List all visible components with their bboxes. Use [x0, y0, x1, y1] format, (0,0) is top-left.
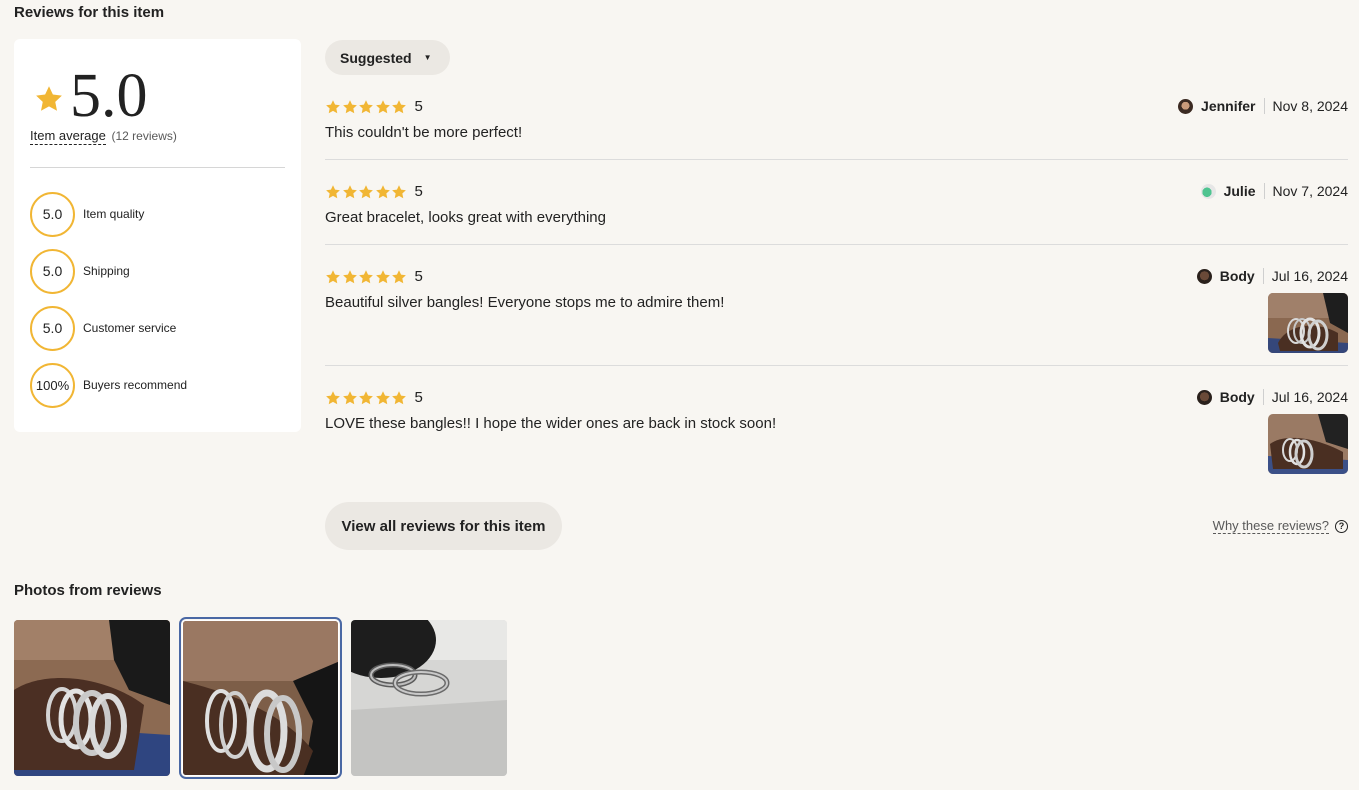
star-icon — [342, 184, 358, 200]
divider — [325, 365, 1348, 366]
review-rating: 5 — [414, 183, 423, 200]
review-item: 5 Beautiful silver bangles! Everyone sto… — [325, 268, 1348, 358]
star-icon — [358, 99, 374, 115]
star-icon — [375, 184, 391, 200]
sort-label: Suggested — [340, 49, 412, 66]
metric-value: 5.0 — [30, 191, 75, 237]
star-icon — [375, 269, 391, 285]
star-icon — [325, 184, 341, 200]
star-icon — [375, 390, 391, 406]
review-date: Nov 7, 2024 — [1272, 183, 1349, 199]
review-stars: 5 — [325, 389, 423, 406]
why-these-reviews-link[interactable]: Why these reviews? ? — [1212, 518, 1348, 534]
reviewer-name[interactable]: Julie — [1224, 183, 1256, 199]
avatar — [1200, 183, 1216, 199]
question-icon: ? — [1335, 519, 1348, 533]
why-these-reviews-label: Why these reviews? — [1212, 518, 1329, 534]
view-all-reviews-button[interactable]: View all reviews for this item — [325, 502, 562, 550]
review-stars: 5 — [325, 268, 423, 285]
review-meta: Body Jul 16, 2024 — [1196, 389, 1348, 405]
review-photo[interactable] — [1268, 293, 1348, 353]
divider — [325, 244, 1348, 245]
review-rating: 5 — [414, 268, 423, 285]
metric-item-quality: 5.0 Item quality — [30, 191, 187, 237]
metric-value: 100% — [30, 362, 75, 408]
divider — [1263, 98, 1265, 114]
reviewer-name[interactable]: Body — [1220, 268, 1255, 284]
star-icon — [342, 269, 358, 285]
metric-buyers-recommend: 100% Buyers recommend — [30, 362, 187, 408]
review-item: 5 LOVE these bangles!! I hope the wider … — [325, 389, 1348, 479]
star-icon — [391, 390, 407, 406]
review-stars: 5 — [325, 98, 423, 115]
star-icon — [325, 99, 341, 115]
star-icon — [391, 269, 407, 285]
star-icon — [391, 184, 407, 200]
avatar — [1178, 98, 1194, 114]
review-meta: Jennifer Nov 8, 2024 — [1178, 98, 1348, 114]
overall-rating-value: 5.0 — [70, 62, 148, 130]
metric-value: 5.0 — [30, 305, 75, 351]
item-average-line: Item average (12 reviews) — [30, 128, 177, 145]
review-photo-thumbnail[interactable] — [351, 620, 507, 776]
metric-shipping: 5.0 Shipping — [30, 248, 187, 294]
review-text: LOVE these bangles!! I hope the wider on… — [325, 415, 777, 432]
review-text: This couldn't be more perfect! — [325, 124, 523, 141]
review-photo-thumbnail[interactable] — [14, 620, 170, 776]
star-icon — [325, 269, 341, 285]
item-average-link[interactable]: Item average — [30, 128, 106, 145]
divider — [1262, 389, 1264, 405]
avatar — [1196, 268, 1212, 284]
reviewer-name[interactable]: Jennifer — [1201, 98, 1255, 114]
divider — [30, 167, 285, 168]
review-photo[interactable] — [1268, 414, 1348, 474]
review-item: 5 Great bracelet, looks great with every… — [325, 183, 1348, 233]
rating-summary-card: 5.0 Item average (12 reviews) 5.0 Item q… — [14, 39, 301, 432]
sort-dropdown[interactable]: Suggested ▼ — [325, 40, 450, 75]
review-date: Nov 8, 2024 — [1272, 98, 1349, 114]
star-icon — [358, 390, 374, 406]
metric-label: Shipping — [83, 264, 130, 278]
review-meta: Julie Nov 7, 2024 — [1200, 183, 1349, 199]
view-all-label: View all reviews for this item — [341, 517, 546, 535]
overall-rating: 5.0 — [34, 61, 148, 131]
star-icon — [358, 269, 374, 285]
review-rating: 5 — [414, 98, 423, 115]
star-icon — [375, 99, 391, 115]
star-icon — [342, 390, 358, 406]
review-item: 5 This couldn't be more perfect! Jennife… — [325, 98, 1348, 148]
star-icon — [358, 184, 374, 200]
review-rating: 5 — [414, 389, 423, 406]
reviewer-name[interactable]: Body — [1220, 389, 1255, 405]
metric-label: Item quality — [83, 207, 145, 221]
metric-customer-service: 5.0 Customer service — [30, 305, 187, 351]
avatar — [1196, 389, 1212, 405]
metric-value: 5.0 — [30, 248, 75, 294]
review-text: Great bracelet, looks great with everyth… — [325, 209, 606, 226]
divider — [1263, 183, 1265, 199]
review-date: Jul 16, 2024 — [1271, 389, 1348, 405]
review-meta: Body Jul 16, 2024 — [1196, 268, 1348, 284]
section-title: Reviews for this item — [14, 4, 165, 21]
review-date: Jul 16, 2024 — [1271, 268, 1348, 284]
star-icon — [342, 99, 358, 115]
rating-metrics: 5.0 Item quality 5.0 Shipping 5.0 Custom… — [30, 191, 187, 419]
caret-down-icon: ▼ — [423, 53, 432, 62]
star-icon — [391, 99, 407, 115]
star-icon — [34, 84, 64, 114]
star-icon — [325, 390, 341, 406]
photos-section-title: Photos from reviews — [14, 582, 162, 599]
divider — [325, 159, 1348, 160]
review-stars: 5 — [325, 183, 423, 200]
metric-label: Buyers recommend — [83, 378, 188, 392]
divider — [1262, 268, 1264, 284]
metric-label: Customer service — [83, 321, 177, 335]
review-count: (12 reviews) — [111, 129, 177, 143]
review-photo-thumbnail-selected[interactable] — [179, 617, 342, 779]
review-text: Beautiful silver bangles! Everyone stops… — [325, 294, 725, 311]
